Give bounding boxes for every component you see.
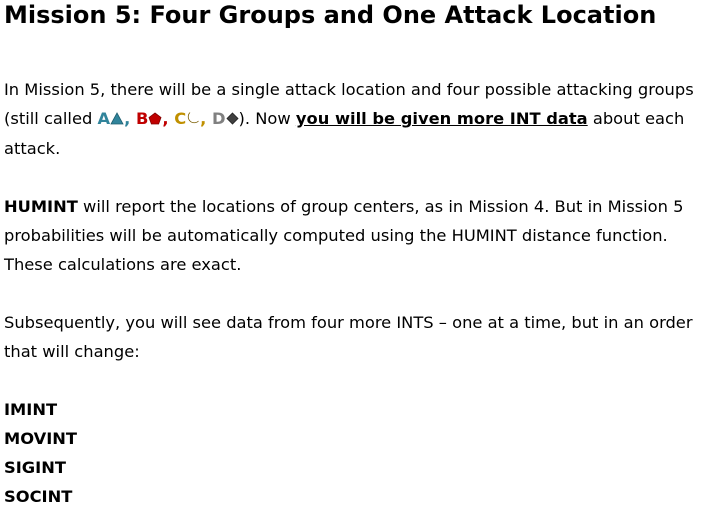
paragraph-subsequent: Subsequently, you will see data from fou… xyxy=(4,313,693,361)
paragraph-mission-intro: In Mission 5, there will be a single att… xyxy=(4,75,720,163)
int-list: IMINT MOVINT SIGINT SOCINT xyxy=(4,395,720,511)
slide: Mission 5: Four Groups and One Attack Lo… xyxy=(0,0,723,506)
slide-title: Mission 5: Four Groups and One Attack Lo… xyxy=(4,1,657,29)
int-list-item: IMINT xyxy=(4,400,58,419)
humint-text: will report the locations of group cente… xyxy=(4,197,684,274)
slide-body: In Mission 5, there will be a single att… xyxy=(4,75,720,511)
group-a-label: A xyxy=(97,109,111,128)
diamond-icon xyxy=(225,105,239,134)
triangle-icon xyxy=(110,105,124,134)
separator-ab: , xyxy=(124,109,136,128)
after-groups-text: ). Now xyxy=(238,109,296,128)
emphasis-text: you will be given more INT data xyxy=(295,109,588,128)
int-list-item: MOVINT xyxy=(4,429,77,448)
int-list-item: SIGINT xyxy=(4,458,66,477)
crescent-icon xyxy=(186,105,200,134)
humint-lead: HUMINT xyxy=(4,197,78,216)
pentagon-icon xyxy=(148,105,162,134)
separator-bc: , xyxy=(162,109,175,128)
paragraph-humint: HUMINT will report the locations of grou… xyxy=(4,192,720,279)
int-list-item: SOCINT xyxy=(4,487,73,506)
separator-cd: , xyxy=(200,109,213,128)
group-b-label: B xyxy=(135,109,149,128)
group-c-label: C xyxy=(174,109,187,128)
group-d-label: D xyxy=(212,109,226,128)
